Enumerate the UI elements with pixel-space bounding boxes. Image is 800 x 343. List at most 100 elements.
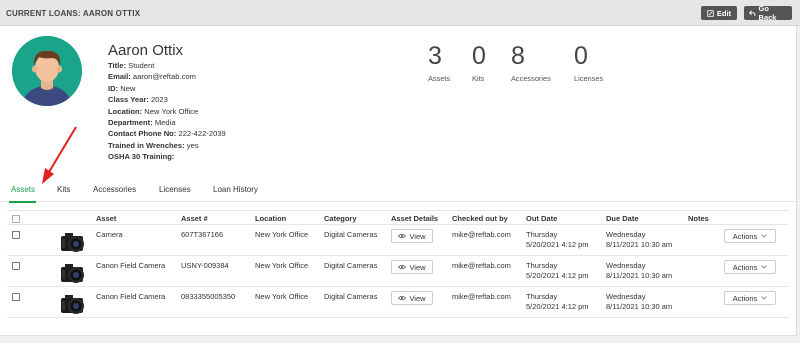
asset-name[interactable]: Canon Field Camera bbox=[96, 261, 165, 271]
asset-location: New York Office bbox=[255, 292, 309, 301]
out-date: 5/20/2021 4:12 pm bbox=[526, 240, 589, 249]
stat-value: 0 bbox=[574, 42, 588, 70]
stat-assets: 3 Assets bbox=[428, 42, 450, 83]
tab-loan-history[interactable]: Loan History bbox=[213, 185, 258, 194]
view-details-button[interactable]: View bbox=[391, 291, 433, 305]
detail-label: ID: bbox=[108, 83, 119, 93]
asset-name[interactable]: Canon Field Camera bbox=[96, 292, 165, 302]
stat-value: 3 bbox=[428, 42, 442, 70]
chevron-down-icon bbox=[761, 265, 768, 269]
chevron-down-icon bbox=[761, 234, 768, 238]
actions-label: Actions bbox=[732, 262, 758, 272]
row-checkbox[interactable] bbox=[12, 231, 20, 239]
actions-dropdown[interactable]: Actions bbox=[724, 291, 776, 305]
actions-label: Actions bbox=[732, 231, 758, 241]
asset-number: 0833355005350 bbox=[181, 292, 236, 301]
detail-value: Student bbox=[128, 61, 155, 70]
stat-label: Kits bbox=[472, 74, 485, 83]
actions-label: Actions bbox=[732, 293, 758, 303]
tab-licenses[interactable]: Licenses bbox=[159, 185, 191, 194]
out-date: 5/20/2021 4:12 pm bbox=[526, 271, 589, 280]
out-day: Thursday bbox=[526, 230, 558, 239]
view-details-button[interactable]: View bbox=[391, 260, 433, 274]
detail-row-department: Department: Media bbox=[108, 118, 226, 129]
detail-value: 2023 bbox=[150, 95, 168, 105]
select-all-checkbox[interactable] bbox=[12, 215, 20, 223]
checked-out-by: mike@reftab.com bbox=[452, 292, 511, 301]
camera-thumbnail bbox=[61, 233, 84, 252]
view-button-label: View bbox=[409, 231, 426, 241]
column-header: Out Date bbox=[526, 214, 558, 223]
due-date: 8/11/2021 10:30 am bbox=[606, 240, 673, 249]
detail-row-email: Email: aaron@reftab.com bbox=[108, 72, 226, 83]
out-day: Thursday bbox=[526, 292, 558, 301]
detail-value: aaron@reftab.com bbox=[132, 72, 196, 82]
stat-label: Accessories bbox=[511, 74, 551, 83]
detail-value: Media bbox=[154, 117, 176, 127]
column-header: Category bbox=[324, 214, 357, 223]
edit-icon bbox=[707, 9, 714, 17]
stat-accessories: 8 Accessories bbox=[511, 42, 551, 83]
tab-accessories[interactable]: Accessories bbox=[93, 185, 136, 194]
stat-label: Licenses bbox=[574, 74, 604, 83]
column-header: Asset bbox=[96, 214, 117, 223]
detail-label: Department: bbox=[108, 117, 153, 127]
due-date: 8/11/2021 10:30 am bbox=[606, 302, 673, 311]
view-details-button[interactable]: View bbox=[391, 229, 433, 243]
detail-row-title: Title: Student bbox=[108, 61, 226, 72]
go-back-button[interactable]: Go Back bbox=[744, 4, 792, 22]
camera-thumbnail bbox=[61, 264, 84, 283]
loan-panel: Aaron Ottix Title: Student Email: aaron@… bbox=[0, 26, 797, 336]
detail-value: New bbox=[120, 83, 136, 93]
detail-value: 222-422-2039 bbox=[178, 129, 226, 139]
stat-label: Assets bbox=[428, 74, 451, 83]
due-date: 8/11/2021 10:30 am bbox=[606, 271, 673, 280]
detail-label: OSHA 30 Training: bbox=[108, 152, 175, 162]
asset-name[interactable]: Camera bbox=[96, 230, 123, 240]
actions-dropdown[interactable]: Actions bbox=[724, 229, 776, 243]
view-button-label: View bbox=[409, 293, 426, 303]
tab-assets[interactable]: Assets bbox=[11, 185, 35, 194]
edit-button[interactable]: Edit bbox=[701, 6, 737, 20]
detail-label: Contact Phone No: bbox=[108, 129, 177, 139]
out-day: Thursday bbox=[526, 261, 558, 270]
due-day: Wednesday bbox=[606, 230, 646, 239]
detail-row-location: Location: New York Office bbox=[108, 107, 226, 118]
column-header: Location bbox=[255, 214, 287, 223]
due-day: Wednesday bbox=[606, 292, 646, 301]
chevron-down-icon bbox=[761, 296, 768, 300]
edit-button-label: Edit bbox=[716, 8, 732, 18]
assets-table-header: Asset Asset # Location Category Asset De… bbox=[7, 210, 788, 225]
column-header: Notes bbox=[688, 214, 709, 223]
active-tab-indicator bbox=[9, 201, 36, 203]
detail-row-class-year: Class Year: 2023 bbox=[108, 95, 226, 106]
detail-value: New York Office bbox=[144, 106, 199, 116]
eye-icon bbox=[398, 295, 407, 301]
page-header: CURRENT LOANS: AARON OTTIX Edit Go Back bbox=[0, 0, 800, 26]
asset-location: New York Office bbox=[255, 261, 309, 270]
column-header: Asset Details bbox=[391, 214, 439, 223]
tab-kits[interactable]: Kits bbox=[57, 185, 70, 194]
due-day: Wednesday bbox=[606, 261, 646, 270]
detail-row-phone: Contact Phone No: 222-422-2039 bbox=[108, 129, 226, 140]
detail-row-id: ID: New bbox=[108, 84, 226, 95]
out-date: 5/20/2021 4:12 pm bbox=[526, 302, 589, 311]
table-row: Camera 607T367166 New York Office Digita… bbox=[7, 225, 788, 256]
stat-value: 0 bbox=[472, 42, 486, 70]
column-header: Asset # bbox=[181, 214, 208, 223]
eye-icon bbox=[398, 233, 407, 239]
detail-label: Class Year: bbox=[108, 95, 149, 105]
stat-licenses: 0 Licenses bbox=[574, 42, 603, 83]
actions-dropdown[interactable]: Actions bbox=[724, 260, 776, 274]
detail-label: Email: bbox=[108, 72, 131, 82]
asset-category: Digital Cameras bbox=[324, 292, 378, 301]
checked-out-by: mike@reftab.com bbox=[452, 230, 511, 239]
avatar bbox=[12, 36, 82, 106]
row-checkbox[interactable] bbox=[12, 293, 20, 301]
go-back-button-label: Go Back bbox=[758, 4, 777, 22]
detail-value: yes bbox=[186, 140, 199, 150]
asset-category: Digital Cameras bbox=[324, 261, 378, 270]
asset-location: New York Office bbox=[255, 230, 309, 239]
row-checkbox[interactable] bbox=[12, 262, 20, 270]
detail-label: Trained in Wrenches: bbox=[108, 140, 185, 150]
